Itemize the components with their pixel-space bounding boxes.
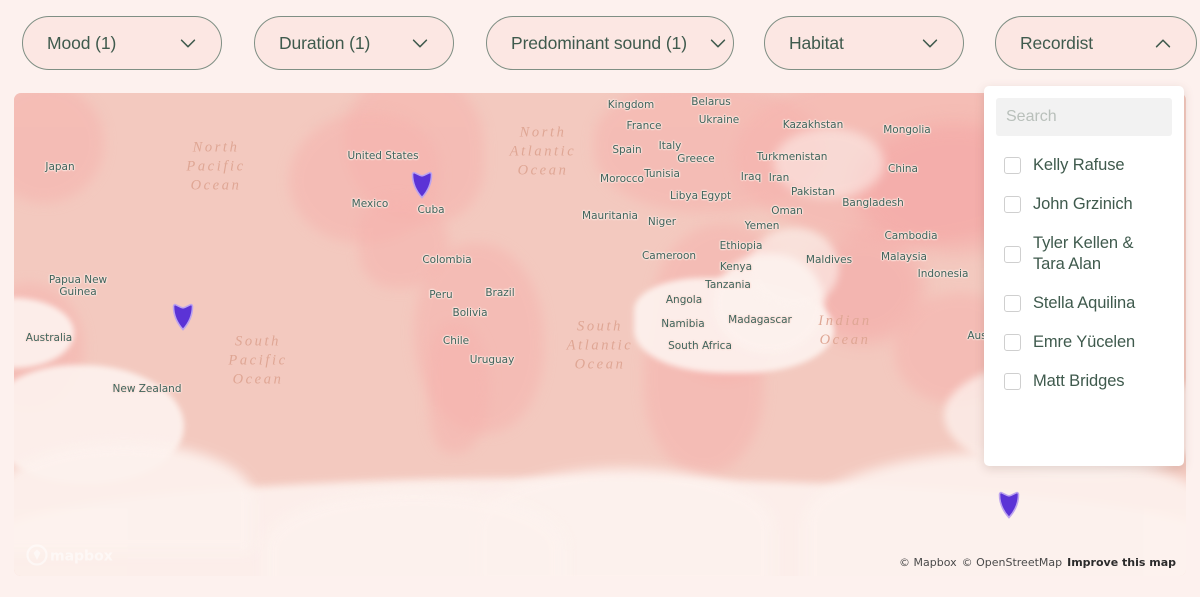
- recordist-option-label: Kelly Rafuse: [1033, 155, 1124, 176]
- recordist-option[interactable]: John Grzinich: [984, 185, 1184, 224]
- checkbox-icon[interactable]: [1004, 373, 1021, 390]
- checkbox-icon[interactable]: [1004, 196, 1021, 213]
- filter-label-duration: Duration (1): [279, 33, 370, 54]
- map-attribution: © Mapbox © OpenStreetMap Improve this ma…: [899, 556, 1176, 569]
- filter-button-predominant-sound[interactable]: Predominant sound (1): [486, 16, 734, 70]
- recordist-option-label: Matt Bridges: [1033, 371, 1124, 392]
- recordist-option-label: Stella Aquilina: [1033, 293, 1135, 314]
- chevron-down-icon: [707, 32, 729, 54]
- recordist-option[interactable]: Emre Yücelen: [984, 323, 1184, 362]
- map-ocean-label: North Pacific Ocean: [186, 139, 245, 196]
- checkbox-icon[interactable]: [1004, 157, 1021, 174]
- filter-button-recordist[interactable]: Recordist: [995, 16, 1197, 70]
- chevron-down-icon: [177, 32, 199, 54]
- recordist-option-label: Emre Yücelen: [1033, 332, 1135, 353]
- land-shape: [749, 228, 839, 308]
- recordist-option[interactable]: Matt Bridges: [984, 362, 1184, 401]
- recordist-option-label: John Grzinich: [1033, 194, 1133, 215]
- chevron-up-icon: [1152, 32, 1174, 54]
- chevron-down-icon: [919, 32, 941, 54]
- map-ocean-label: South Atlantic Ocean: [567, 318, 634, 375]
- map-country-label: Mauritania: [582, 210, 638, 222]
- filter-button-habitat[interactable]: Habitat: [764, 16, 964, 70]
- recordist-option[interactable]: Stella Aquilina: [984, 284, 1184, 323]
- filter-label-mood: Mood (1): [47, 33, 116, 54]
- recordist-option[interactable]: Tyler Kellen & Tara Alan: [984, 224, 1184, 284]
- filter-bar: Mood (1) Duration (1) Predominant sound …: [0, 14, 1200, 72]
- land-shape: [429, 323, 489, 453]
- filter-button-mood[interactable]: Mood (1): [22, 16, 222, 70]
- attribution-openstreetmap[interactable]: © OpenStreetMap: [962, 556, 1063, 569]
- svg-text:mapbox: mapbox: [50, 549, 113, 565]
- mapbox-logo[interactable]: mapbox: [26, 544, 118, 566]
- filter-label-habitat: Habitat: [789, 33, 844, 54]
- checkbox-icon[interactable]: [1004, 334, 1021, 351]
- attribution-improve-this-map[interactable]: Improve this map: [1067, 556, 1176, 569]
- land-shape-antarctica: [14, 443, 254, 553]
- marker-caribbean[interactable]: [411, 171, 433, 199]
- filter-label-predominant-sound: Predominant sound (1): [511, 33, 687, 54]
- filter-button-duration[interactable]: Duration (1): [254, 16, 454, 70]
- filter-label-recordist: Recordist: [1020, 33, 1093, 54]
- recordist-option[interactable]: Kelly Rafuse: [984, 146, 1184, 185]
- recordist-dropdown-panel: Kelly Rafuse John Grzinich Tyler Kellen & …: [984, 86, 1184, 466]
- marker-antarctica[interactable]: [998, 491, 1020, 519]
- marker-pacific[interactable]: [172, 303, 194, 331]
- map-ocean-label: South Pacific Ocean: [228, 333, 287, 390]
- map-country-label: Indonesia: [918, 268, 969, 280]
- recordist-option-list: Kelly Rafuse John Grzinich Tyler Kellen & …: [984, 142, 1184, 411]
- attribution-mapbox[interactable]: © Mapbox: [899, 556, 957, 569]
- chevron-down-icon: [409, 32, 431, 54]
- recordist-search-input[interactable]: [996, 98, 1172, 136]
- map-ocean-label: North Atlantic Ocean: [510, 124, 577, 181]
- recordist-option-label: Tyler Kellen & Tara Alan: [1033, 233, 1133, 275]
- checkbox-icon[interactable]: [1004, 246, 1021, 263]
- map-country-label: Niger: [648, 216, 676, 228]
- land-shape: [14, 93, 104, 203]
- land-shape: [774, 128, 884, 198]
- checkbox-icon[interactable]: [1004, 295, 1021, 312]
